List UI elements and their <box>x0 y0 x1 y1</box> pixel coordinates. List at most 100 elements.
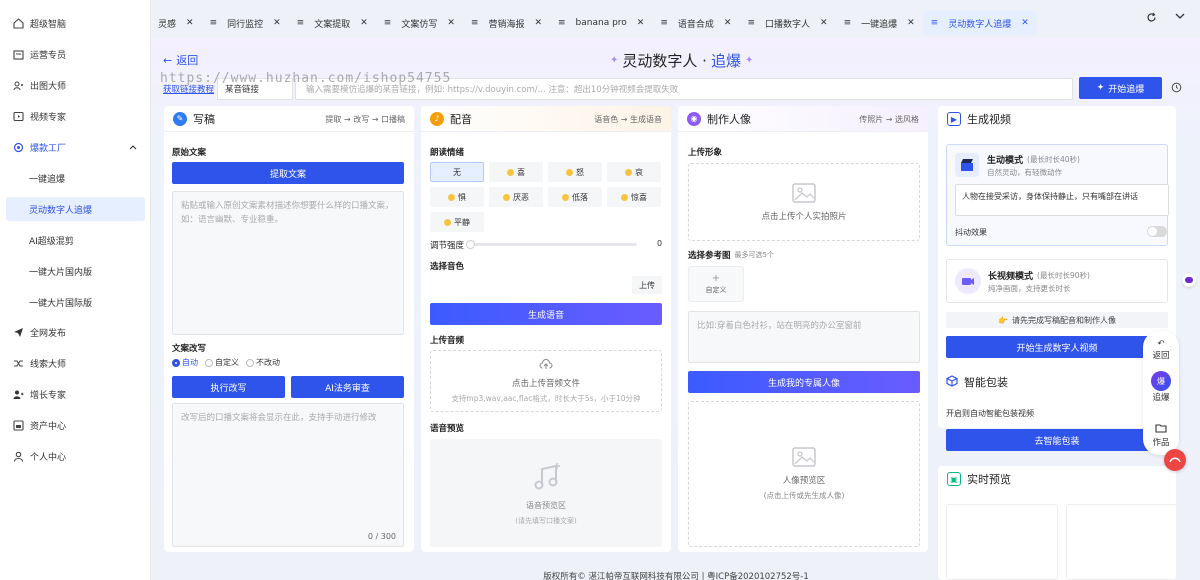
smart-pack-button[interactable]: 去智能包装 <box>946 429 1168 451</box>
close-icon[interactable]: ✕ <box>534 18 542 28</box>
rewrite-textarea[interactable]: 改写后的口播文案将会显示在此，支持手动进行修改 <box>172 403 404 547</box>
generate-video-button[interactable]: 开始生成数字人视频 <box>946 336 1168 358</box>
sidebar-item-digital-human-chase[interactable]: 灵动数字人追爆 <box>6 197 145 221</box>
generate-portrait-button[interactable]: 生成我的专属人像 <box>688 371 920 393</box>
emotion-calm[interactable]: 平静 <box>430 212 484 232</box>
tab-marketing-poster[interactable]: ≡ 营销海报 ✕ <box>463 11 550 35</box>
chevron-down-icon[interactable] <box>1175 12 1185 26</box>
tab-voice-synth[interactable]: ≡ 语音合成 ✕ <box>652 11 739 35</box>
float-works-button[interactable]: 作品 <box>1143 423 1179 448</box>
close-icon[interactable]: ✕ <box>186 18 194 28</box>
shake-toggle[interactable] <box>1147 226 1167 237</box>
sidebar-item-super-brain[interactable]: 超级智脑 <box>0 11 151 35</box>
sidebar-item-blockbuster-cn[interactable]: 一键大片国内版 <box>0 259 151 283</box>
emotion-disgust[interactable]: 厌恶 <box>489 187 543 207</box>
portrait-description-input[interactable]: 比如:穿着白色衬衫，站在明亮的办公室窗前 <box>688 311 920 363</box>
motion-prompt-input[interactable]: 人物在接受采访，身体保持静止，只有嘴部在讲话 <box>955 184 1169 216</box>
close-icon[interactable]: ✕ <box>447 18 455 28</box>
sidebar-item-publish[interactable]: 全网发布 <box>0 320 151 344</box>
rewrite-mode-radios: 自动 自定义 不改动 <box>172 357 287 368</box>
platform-select[interactable]: 某音链接 <box>217 78 293 100</box>
people-icon <box>13 80 24 91</box>
emotion-angry[interactable]: 怒 <box>548 162 602 182</box>
slider-handle[interactable] <box>466 240 475 249</box>
ai-legal-review-button[interactable]: AI法务审查 <box>291 376 404 398</box>
close-icon[interactable]: ✕ <box>907 18 915 28</box>
sidebar-item-image-master[interactable]: 出图大师 <box>0 73 151 97</box>
upload-timbre-button[interactable]: 上传 <box>632 276 662 294</box>
box-icon <box>13 419 24 431</box>
intensity-value: 0 <box>657 239 663 248</box>
user-plus-icon <box>13 389 24 400</box>
radio-no-change[interactable]: 不改动 <box>246 357 280 368</box>
close-icon[interactable]: ✕ <box>820 18 828 28</box>
sidebar-item-label: 运营专员 <box>30 50 67 61</box>
mode-card-vivid[interactable]: 生动模式 (最长时长40秒) 自然灵动，有轻微动作 人物在接受采访，身体保持静止… <box>946 144 1169 246</box>
sidebar-item-video-expert[interactable]: 视频专家 <box>0 104 151 128</box>
sidebar-item-label: 一键大片国内版 <box>29 267 93 278</box>
tab-one-click-chase[interactable]: ≡ 一键追爆 ✕ <box>836 11 923 35</box>
portrait-panel-header: ◉ 制作人像 传照片 → 选风格 <box>678 106 928 132</box>
home-icon <box>13 17 24 29</box>
emotion-happy[interactable]: 喜 <box>489 162 543 182</box>
sidebar-item-growth[interactable]: 增长专家 <box>0 382 151 406</box>
script-panel-header: ✎ 写稿 提取 → 改写 → 口播稿 <box>164 106 414 132</box>
generate-voice-button[interactable]: 生成语音 <box>430 303 662 325</box>
tab-talking-avatar[interactable]: ≡ 口播数字人 ✕ <box>739 11 835 35</box>
emotion-sad[interactable]: 哀 <box>607 162 661 182</box>
preview-slot <box>1066 504 1176 580</box>
radio-custom[interactable]: 自定义 <box>205 357 239 368</box>
exec-rewrite-button[interactable]: 执行改写 <box>172 376 285 398</box>
refresh-icon[interactable] <box>1146 12 1157 26</box>
tab-banana-pro[interactable]: ≡ banana pro ✕ <box>550 11 652 35</box>
tab-digital-human-chase[interactable]: ≡ 灵动数字人追爆 ✕ <box>922 11 1037 35</box>
assistant-icon[interactable] <box>1182 273 1196 287</box>
start-chase-button[interactable]: ✦ 开始追爆 <box>1079 77 1162 99</box>
image-icon <box>792 182 816 206</box>
emotion-none[interactable]: 无 <box>430 162 484 182</box>
sidebar-item-leads[interactable]: 线索大师 <box>0 351 151 375</box>
back-button[interactable]: ← 返回 <box>163 52 198 68</box>
url-input[interactable]: 输入需要模仿追爆的某音链接，例如: https://v.douyin.com/.… <box>295 78 1073 100</box>
float-back-button[interactable]: ↶ 返回 <box>1143 339 1179 361</box>
sidebar-item-hit-factory[interactable]: 爆款工厂 <box>0 135 151 159</box>
close-icon[interactable]: ✕ <box>1021 18 1029 28</box>
tab-peer-monitor[interactable]: ≡ 同行监控 ✕ <box>202 11 289 35</box>
close-icon[interactable]: ✕ <box>273 18 281 28</box>
history-icon[interactable] <box>1171 82 1182 96</box>
window-controls <box>1146 12 1185 26</box>
tab-copy-imitate[interactable]: ≡ 文案仿写 ✕ <box>376 11 463 35</box>
emotion-fear[interactable]: 惧 <box>430 187 484 207</box>
voice-preview-area: 语音预览区 (请先填写口播文案) <box>430 439 662 547</box>
original-copy-textarea[interactable]: 粘贴或输入原创文案素材描述你想要什么样的口播文案，如：语言幽默、专业稳重。 <box>172 191 404 335</box>
float-chase-button[interactable]: 爆 追爆 <box>1143 371 1179 403</box>
menu-icon: ≡ <box>558 18 566 28</box>
fire-icon: 爆 <box>1151 371 1171 391</box>
close-icon[interactable]: ✕ <box>360 18 368 28</box>
sidebar-item-operator[interactable]: 运营专员 <box>0 42 151 66</box>
extract-copy-button[interactable]: 提取文案 <box>172 162 404 184</box>
portrait-upload-area[interactable]: 点击上传个人实拍照片 <box>688 163 920 241</box>
customer-service-icon[interactable] <box>1164 449 1186 471</box>
sidebar-item-one-click-chase[interactable]: 一键追爆 <box>0 166 151 190</box>
tab-copy-extract[interactable]: ≡ 文案提取 ✕ <box>289 11 376 35</box>
custom-ref-button[interactable]: + 自定义 <box>688 266 744 302</box>
sidebar-item-ai-mix[interactable]: AI超级混剪 <box>0 228 151 252</box>
audio-upload-area[interactable]: 点击上传音频文件 支持mp3,wav,aac,flac格式，时长大于5s，小于1… <box>430 350 662 412</box>
emotion-surprise[interactable]: 惊喜 <box>607 187 661 207</box>
cube-icon <box>946 374 958 390</box>
sidebar-item-personal[interactable]: 个人中心 <box>0 444 151 468</box>
tab-inspiration[interactable]: 灵感 ✕ <box>152 11 202 35</box>
tutorial-link[interactable]: 获取链接教程 <box>163 83 217 95</box>
radio-auto[interactable]: 自动 <box>172 357 198 368</box>
mode-card-long[interactable]: 长视频模式 (最长时长90秒) 纯净画面，支持更长时长 <box>946 259 1168 303</box>
emoji-icon <box>503 193 510 201</box>
intensity-slider[interactable] <box>466 240 637 249</box>
close-icon[interactable]: ✕ <box>637 18 645 28</box>
calendar-icon <box>13 49 24 60</box>
sidebar-item-assets[interactable]: 资产中心 <box>0 413 151 437</box>
voice-panel: ♪ 配音 语音色 → 生成语音 朗读情绪 无 喜 怒 哀 惧 厌恶 低落 惊喜 … <box>421 106 671 552</box>
sidebar-item-blockbuster-intl[interactable]: 一键大片国际版 <box>0 290 151 314</box>
emotion-low[interactable]: 低落 <box>548 187 602 207</box>
close-icon[interactable]: ✕ <box>724 18 732 28</box>
